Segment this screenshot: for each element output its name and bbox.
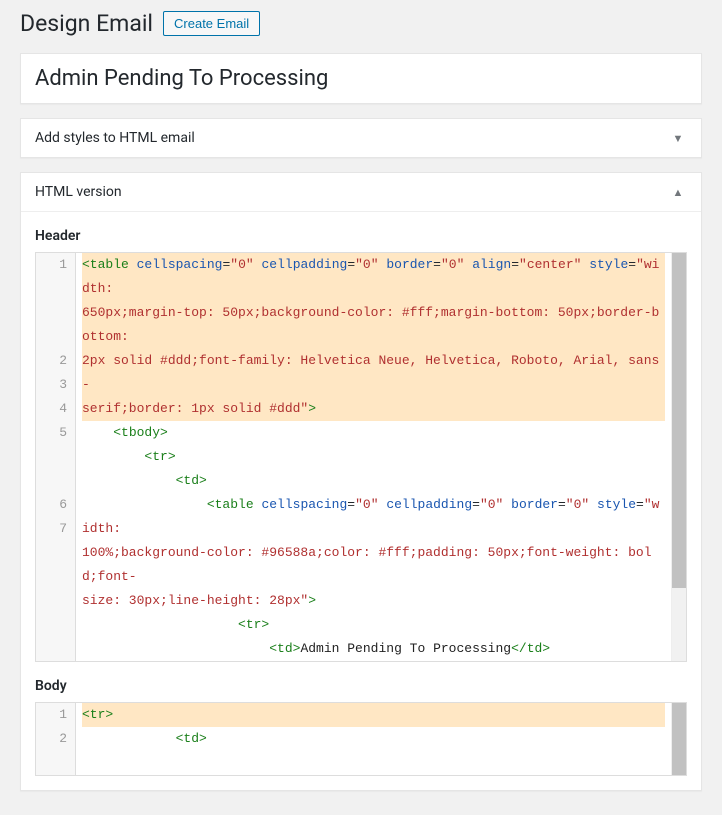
body-gutter: 12	[36, 703, 76, 775]
header-gutter: 1 2345 67	[36, 253, 76, 661]
scrollbar-thumb[interactable]	[672, 253, 686, 588]
header-code-editor[interactable]: 1 2345 67 <table cellspacing="0" cellpad…	[35, 252, 687, 662]
html-version-accordion: HTML version ▲ Header 1 2345 67 <table c…	[20, 172, 702, 791]
add-styles-accordion: Add styles to HTML email ▼	[20, 118, 702, 158]
body-code-editor[interactable]: 12 <tr> <td>	[35, 702, 687, 776]
create-email-button[interactable]: Create Email	[163, 11, 260, 36]
html-version-body: Header 1 2345 67 <table cellspacing="0" …	[21, 211, 701, 790]
header-scrollbar[interactable]	[671, 253, 686, 661]
chevron-up-icon[interactable]: ▲	[669, 183, 687, 201]
body-code-area[interactable]: <tr> <td>	[76, 703, 671, 775]
add-styles-header[interactable]: Add styles to HTML email ▼	[21, 119, 701, 157]
header-label: Header	[35, 228, 687, 244]
chevron-down-icon[interactable]: ▼	[669, 129, 687, 147]
email-title-field[interactable]: Admin Pending To Processing	[20, 53, 702, 104]
body-scrollbar[interactable]	[671, 703, 686, 775]
page-title: Design Email	[20, 10, 153, 37]
header-code-area[interactable]: <table cellspacing="0" cellpadding="0" b…	[76, 253, 671, 661]
page-header: Design Email Create Email	[20, 10, 702, 37]
html-version-header[interactable]: HTML version ▲	[21, 173, 701, 211]
body-label: Body	[35, 678, 687, 694]
html-version-title: HTML version	[35, 184, 122, 200]
scrollbar-thumb[interactable]	[672, 703, 686, 775]
add-styles-title: Add styles to HTML email	[35, 130, 195, 146]
